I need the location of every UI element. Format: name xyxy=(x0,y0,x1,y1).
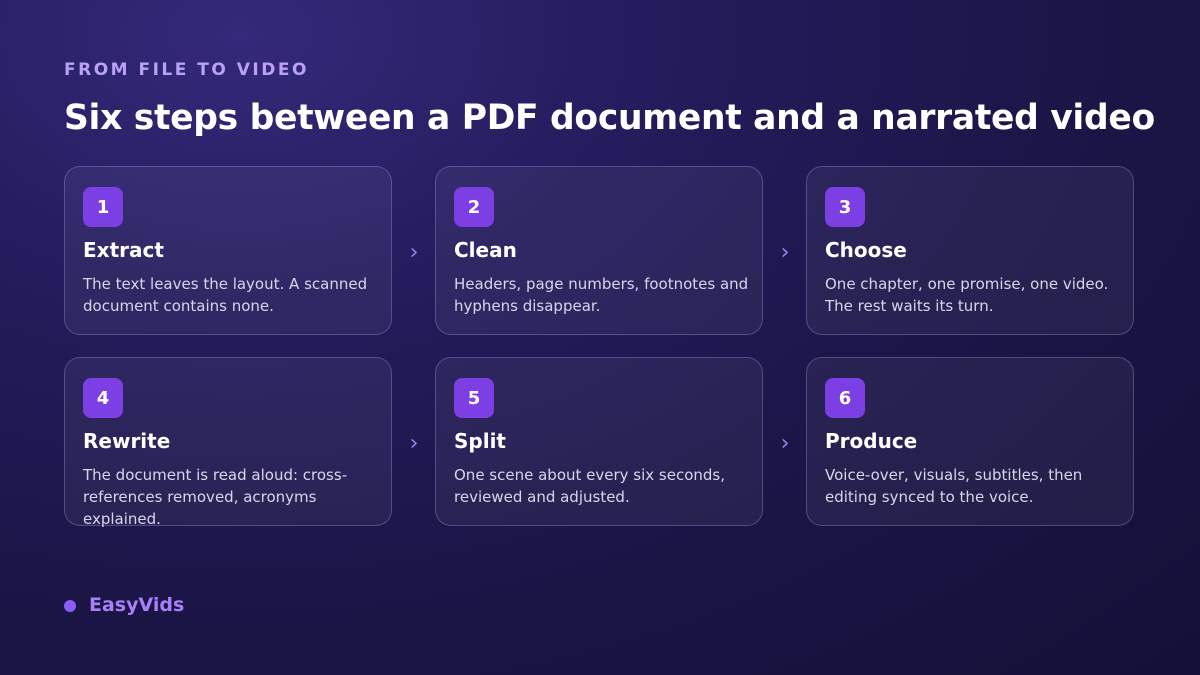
step-number-badge: 5 xyxy=(454,378,494,418)
step-card-clean: 2 Clean Headers, page numbers, footnotes… xyxy=(435,166,763,335)
step-description: The text leaves the layout. A scanned do… xyxy=(83,275,368,315)
brand-dot-icon xyxy=(64,600,76,612)
step-title: Extract xyxy=(83,238,164,262)
step-title: Clean xyxy=(454,238,517,262)
step-card-choose: 3 Choose One chapter, one promise, one v… xyxy=(806,166,1134,335)
chevron-right-icon: › xyxy=(409,240,419,265)
step-card-produce: 6 Produce Voice-over, visuals, subtitles… xyxy=(806,357,1134,526)
brand-name: EasyVids xyxy=(89,594,185,616)
step-number-badge: 6 xyxy=(825,378,865,418)
page-title: Six steps between a PDF document and a n… xyxy=(64,98,1155,138)
step-number-badge: 2 xyxy=(454,187,494,227)
step-number-badge: 4 xyxy=(83,378,123,418)
step-card-extract: 1 Extract The text leaves the layout. A … xyxy=(64,166,392,335)
step-number-badge: 1 xyxy=(83,187,123,227)
chevron-right-icon: › xyxy=(409,431,419,456)
step-title: Rewrite xyxy=(83,429,171,453)
step-number-badge: 3 xyxy=(825,187,865,227)
step-card-split: 5 Split One scene about every six second… xyxy=(435,357,763,526)
step-description: One chapter, one promise, one video. The… xyxy=(825,275,1109,315)
step-description: Voice-over, visuals, subtitles, then edi… xyxy=(825,466,1083,506)
step-description: One scene about every six seconds, revie… xyxy=(454,466,726,506)
step-card-rewrite: 4 Rewrite The document is read aloud: cr… xyxy=(64,357,392,528)
chevron-right-icon: › xyxy=(780,240,790,265)
chevron-right-icon: › xyxy=(780,431,790,456)
step-description: Headers, page numbers, footnotes and hyp… xyxy=(454,275,749,315)
step-title: Split xyxy=(454,429,506,453)
step-title: Produce xyxy=(825,429,918,453)
section-eyebrow: FROM FILE TO VIDEO xyxy=(64,60,309,80)
step-title: Choose xyxy=(825,238,907,262)
step-description: The document is read aloud: cross-refere… xyxy=(83,466,348,528)
